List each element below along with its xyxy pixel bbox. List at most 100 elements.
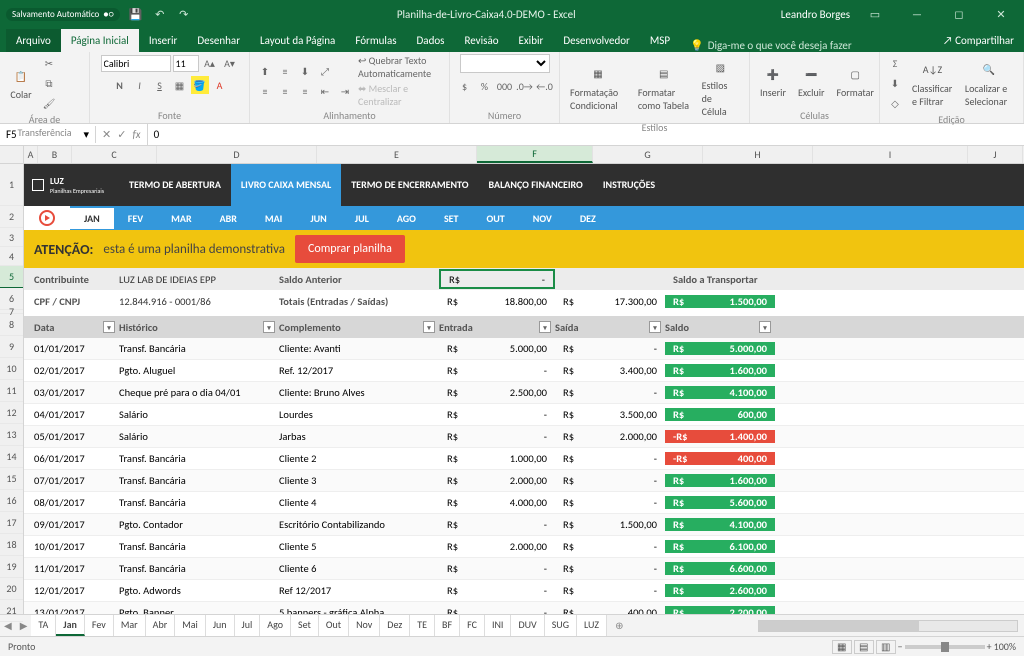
insert-cells-button[interactable]: ➕Inserir (756, 61, 790, 101)
row-header-10[interactable]: 10 (0, 358, 23, 380)
increase-decimal-icon[interactable]: .0→ (516, 77, 534, 95)
fx-icon[interactable]: fx (132, 128, 140, 141)
wrap-text-button[interactable]: ↩ Quebrar Texto Automaticamente (358, 54, 443, 80)
number-format-select[interactable] (460, 54, 550, 73)
sheet-tab-jun[interactable]: Jun (206, 615, 235, 636)
sheet-nav-prev-icon[interactable]: ◀ (0, 619, 16, 632)
format-painter-icon[interactable]: 🖌 (40, 94, 58, 112)
table-row[interactable]: 09/01/2017Pgto. ContadorEscritório Conta… (24, 514, 1024, 536)
col-header-F[interactable]: F (477, 146, 593, 163)
zoom-level[interactable]: 100% (994, 640, 1016, 653)
select-all-corner[interactable] (0, 146, 23, 164)
table-row[interactable]: 11/01/2017Transf. BancáriaCliente 6R$-R$… (24, 558, 1024, 580)
filter-icon[interactable]: ▾ (103, 321, 115, 333)
sheet-tab-fev[interactable]: Fev (85, 615, 114, 636)
sheet-tab-mar[interactable]: Mar (114, 615, 146, 636)
row-header-8[interactable]: 8 (0, 314, 23, 336)
sheet-tab-jul[interactable]: Jul (235, 615, 261, 636)
col-header-B[interactable]: B (38, 146, 72, 163)
month-mar[interactable]: MAR (157, 212, 205, 225)
col-header-G[interactable]: G (593, 146, 703, 163)
sort-filter-button[interactable]: A↓ZClassificar e Filtrar (908, 57, 957, 110)
row-header-17[interactable]: 17 (0, 512, 23, 534)
nav-balanco[interactable]: BALANÇO FINANCEIRO (479, 164, 593, 206)
row-header-12[interactable]: 12 (0, 402, 23, 424)
sheet-tab-out[interactable]: Out (319, 615, 349, 636)
table-row[interactable]: 06/01/2017Transf. BancáriaCliente 2R$1.0… (24, 448, 1024, 470)
month-abr[interactable]: ABR (206, 212, 251, 225)
row-header-14[interactable]: 14 (0, 446, 23, 468)
sheet-tab-dez[interactable]: Dez (380, 615, 410, 636)
font-size-input[interactable] (173, 55, 199, 72)
percent-icon[interactable]: % (476, 77, 494, 95)
row-header-16[interactable]: 16 (0, 490, 23, 512)
table-row[interactable]: 05/01/2017SalárioJarbasR$-R$2.000,00-R$1… (24, 426, 1024, 448)
tab-data[interactable]: Dados (407, 29, 455, 52)
enter-fx-icon[interactable]: ✓ (117, 128, 126, 141)
copy-icon[interactable]: ⧉ (40, 74, 58, 92)
comma-icon[interactable]: 000 (496, 77, 514, 95)
play-button[interactable] (24, 206, 70, 230)
month-dez[interactable]: DEZ (566, 212, 610, 225)
sheet-tab-ago[interactable]: Ago (260, 615, 291, 636)
filter-icon[interactable]: ▾ (539, 321, 551, 333)
table-row[interactable]: 08/01/2017Transf. BancáriaCliente 4R$4.0… (24, 492, 1024, 514)
page-layout-view-icon[interactable]: ▤ (854, 640, 874, 654)
cancel-fx-icon[interactable]: ✕ (102, 128, 111, 141)
autosum-icon[interactable]: Σ (886, 54, 904, 72)
row-header-18[interactable]: 18 (0, 534, 23, 556)
paste-button[interactable]: 📋 Colar (6, 63, 36, 103)
find-select-button[interactable]: 🔍Localizar e Selecionar (961, 57, 1017, 110)
col-header-D[interactable]: D (157, 146, 317, 163)
sheet-tab-jan[interactable]: Jan (56, 615, 85, 636)
month-mai[interactable]: MAI (251, 212, 296, 225)
sheet-tab-ta[interactable]: TA (31, 615, 56, 636)
redo-icon[interactable]: ↷ (176, 6, 192, 22)
col-header-A[interactable]: A (24, 146, 38, 163)
filter-icon[interactable]: ▾ (263, 321, 275, 333)
table-row[interactable]: 07/01/2017Transf. BancáriaCliente 3R$2.0… (24, 470, 1024, 492)
border-icon[interactable]: ▦ (171, 76, 189, 94)
cut-icon[interactable]: ✂ (40, 54, 58, 72)
align-middle-icon[interactable]: ≡ (276, 62, 294, 80)
zoom-slider[interactable] (905, 645, 985, 649)
tab-layout[interactable]: Layout da Página (250, 29, 345, 52)
month-jan[interactable]: JAN (70, 208, 114, 229)
sheet-tab-abr[interactable]: Abr (146, 615, 176, 636)
sheet-nav-next-icon[interactable]: ▶ (16, 619, 32, 632)
col-header-I[interactable]: I (813, 146, 968, 163)
col-header-C[interactable]: C (72, 146, 157, 163)
row-header-2[interactable]: 2 (0, 206, 23, 228)
tab-developer[interactable]: Desenvolvedor (553, 29, 640, 52)
underline-icon[interactable]: S (151, 76, 169, 94)
tab-home[interactable]: Página Inicial (61, 29, 139, 52)
nav-instrucoes[interactable]: INSTRUÇÕES (593, 164, 665, 206)
month-fev[interactable]: FEV (114, 212, 157, 225)
sheet-tab-duv[interactable]: DUV (511, 615, 544, 636)
increase-font-icon[interactable]: A▴ (201, 54, 219, 72)
font-color-icon[interactable]: A (211, 76, 229, 94)
table-row[interactable]: 10/01/2017Transf. BancáriaCliente 5R$2.0… (24, 536, 1024, 558)
col-header-E[interactable]: E (317, 146, 477, 163)
sheet-tab-mai[interactable]: Mai (175, 615, 206, 636)
buy-button[interactable]: Comprar planilha (295, 235, 405, 263)
row-header-11[interactable]: 11 (0, 380, 23, 402)
h-scrollbar[interactable] (758, 620, 1018, 632)
month-jun[interactable]: JUN (296, 212, 340, 225)
autosave-toggle[interactable]: Salvamento Automático ●○ (6, 8, 120, 21)
align-bottom-icon[interactable]: ⬇ (296, 62, 314, 80)
decrease-decimal-icon[interactable]: ←.0 (536, 77, 554, 95)
sheet-tab-bf[interactable]: BF (435, 615, 460, 636)
sheet-tab-luz[interactable]: LUZ (577, 615, 607, 636)
row-header-3[interactable]: 3 (0, 228, 23, 247)
orientation-icon[interactable]: ⤢ (316, 62, 334, 80)
fill-icon[interactable]: ⬇ (886, 74, 904, 92)
tellme-search[interactable]: 💡 Diga-me o que você deseja fazer (680, 39, 862, 52)
zoom-out-icon[interactable]: − (898, 640, 903, 653)
tab-msp[interactable]: MSP (640, 29, 680, 52)
row-header-15[interactable]: 15 (0, 468, 23, 490)
fill-color-icon[interactable]: 🪣 (191, 76, 209, 94)
close-icon[interactable]: ✕ (984, 4, 1018, 24)
align-top-icon[interactable]: ⬆ (256, 62, 274, 80)
row-header-20[interactable]: 20 (0, 578, 23, 600)
